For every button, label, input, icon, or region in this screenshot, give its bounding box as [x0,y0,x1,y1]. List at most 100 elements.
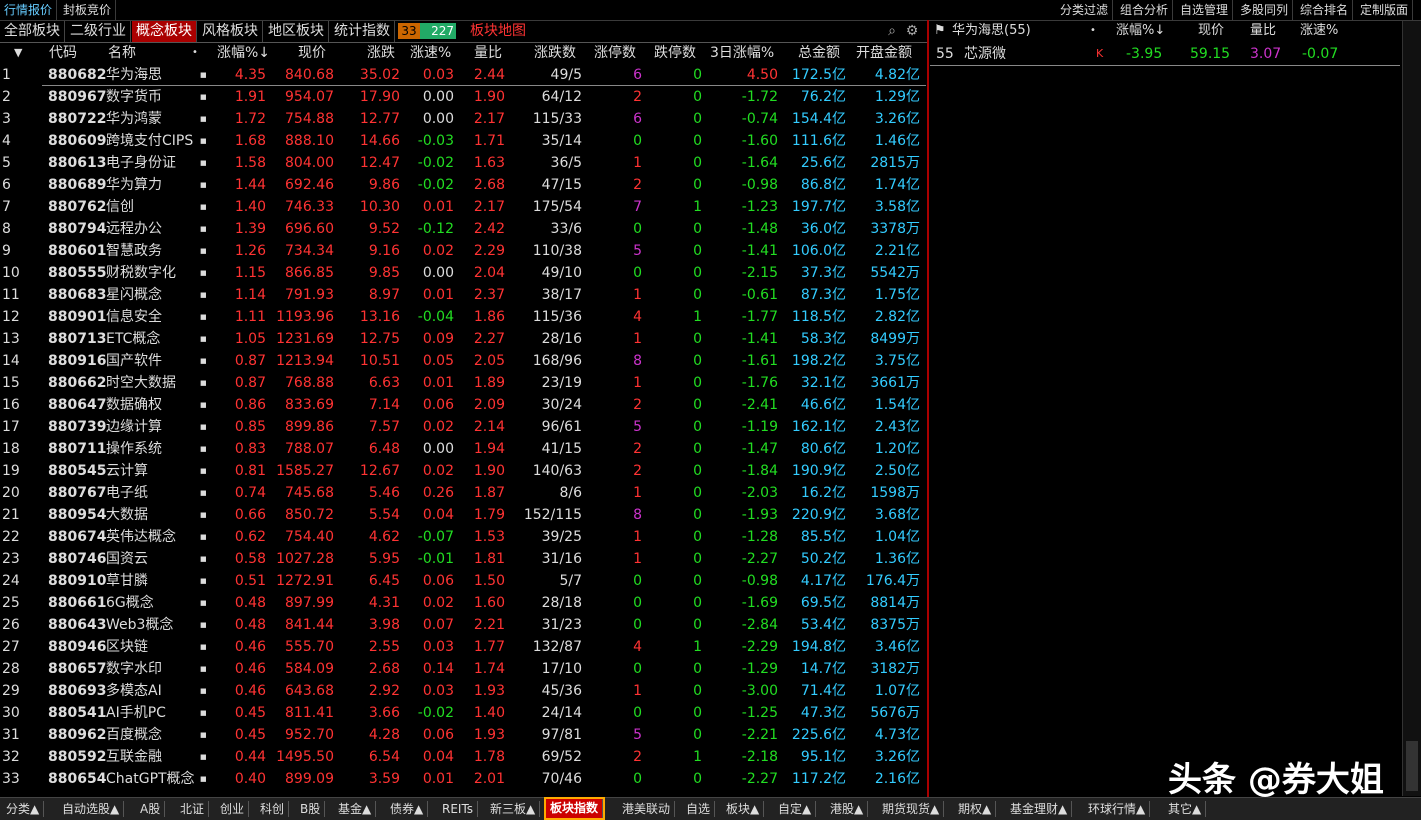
bottom-tab[interactable]: 港美联动 [618,801,676,817]
bottom-tab[interactable]: 分类▲ [2,801,45,817]
col-amount[interactable]: 总金额 [798,43,840,63]
table-row[interactable]: 10 880555 财税数字化 1.15 866.85 9.85 0.00 2.04 49/10… [0,262,927,284]
sector-name[interactable]: 电子纸 [106,482,202,504]
bottom-tab[interactable]: 港股▲ [826,801,869,817]
sector-name[interactable]: 草甘膦 [106,570,202,592]
sector-name[interactable]: 星闪概念 [106,284,202,306]
sector-name[interactable]: 6G概念 [106,592,202,614]
bottom-tab[interactable]: 自选 [682,801,716,817]
bottom-tab[interactable]: 板块指数 [543,797,606,820]
menu-watchlist-manage[interactable]: 自选管理 [1176,0,1234,20]
table-row[interactable]: 4 880609 跨境支付CIPS 1.68 888.10 14.66 -0.03 1.71 3… [0,130,927,152]
bottom-tab[interactable]: 其它▲ [1164,801,1207,817]
bottom-tab[interactable]: REITs [438,801,479,817]
pin-icon[interactable]: ⚑ [934,21,946,41]
table-row[interactable]: 18 880711 操作系统 0.83 788.07 6.48 0.00 1.94 41/15 2… [0,438,927,460]
menu-multi-stock[interactable]: 多股同列 [1236,0,1294,20]
tab-region[interactable]: 地区板块 [264,21,329,42]
table-row[interactable]: 16 880647 数据确权 0.86 833.69 7.14 0.06 2.09 30/24 2… [0,394,927,416]
constituent-row[interactable]: 55 芯源微 K -3.95 59.15 3.07 -0.07 [930,43,1400,66]
bottom-tab[interactable]: 新三板▲ [486,801,541,817]
sector-name[interactable]: 多模态AI [106,680,202,702]
table-row[interactable]: 14 880916 国产软件 0.87 1213.94 10.51 0.05 2.05 168/… [0,350,927,372]
tab-all-sectors[interactable]: 全部板块 [0,21,65,42]
sector-name[interactable]: 电子身份证 [106,152,202,174]
table-row[interactable]: 8 880794 远程办公 1.39 696.60 9.52 -0.12 2.42 33/6 0 0… [0,218,927,240]
col-code[interactable]: 代码 [49,43,77,63]
col-3day-pct[interactable]: 3日涨幅% [710,43,774,63]
tab-industry-l2[interactable]: 二级行业 [66,21,131,42]
table-row[interactable]: 5 880613 电子身份证 1.58 804.00 12.47 -0.02 1.63 36/5… [0,152,927,174]
bottom-tab[interactable]: 北证 [176,801,210,817]
bottom-tab[interactable]: B股 [296,801,326,817]
sector-name[interactable]: 远程办公 [106,218,202,240]
table-row[interactable]: 29 880693 多模态AI 0.46 643.68 2.92 0.03 1.93 45/36… [0,680,927,702]
table-row[interactable]: 31 880962 百度概念 0.45 952.70 4.28 0.06 1.93 97/81 5… [0,724,927,746]
table-row[interactable]: 24 880910 草甘膦 0.51 1272.91 6.45 0.06 1.50 5/7 0 0 -… [0,570,927,592]
rcol-pct[interactable]: 涨幅%↓ [1116,21,1165,41]
menu-custom-layout[interactable]: 定制版面 [1356,0,1414,20]
sector-name[interactable]: ChatGPT概念 [106,768,202,790]
sector-name[interactable]: 信息安全 [106,306,202,328]
stock-name[interactable]: 芯源微 [964,43,1006,65]
col-change[interactable]: 涨跌 [367,43,395,63]
table-row[interactable]: 32 880592 互联金融 0.44 1495.50 6.54 0.04 1.78 69/52… [0,746,927,768]
bottom-tab[interactable]: 基金▲ [334,801,377,817]
sector-name[interactable]: 国资云 [106,548,202,570]
table-row[interactable]: 17 880739 边缘计算 0.85 899.86 7.57 0.02 2.14 96/61 5… [0,416,927,438]
tab-concept[interactable]: 概念板块 [132,21,197,42]
table-row[interactable]: 20 880767 电子纸 0.74 745.68 5.46 0.26 1.87 8/6 1 0 -2… [0,482,927,504]
menu-auction[interactable]: 封板竞价 [59,0,117,20]
bottom-tab[interactable]: 自动选股▲ [58,801,125,817]
col-speed[interactable]: 涨速% [410,43,451,63]
table-row[interactable]: 25 880661 6G概念 0.48 897.99 4.31 0.02 1.60 28/18 0… [0,592,927,614]
sector-name[interactable]: 大数据 [106,504,202,526]
table-row[interactable]: 28 880657 数字水印 0.46 584.09 2.68 0.14 1.74 17/10 0… [0,658,927,680]
sector-name[interactable]: 数据确权 [106,394,202,416]
sector-name[interactable]: 国产软件 [106,350,202,372]
col-pct[interactable]: 涨幅%↓ [217,43,270,63]
table-row[interactable]: 11 880683 星闪概念 1.14 791.93 8.97 0.01 2.37 38/17 1… [0,284,927,306]
sector-name[interactable]: ETC概念 [106,328,202,350]
col-limit-down[interactable]: 跌停数 [654,43,696,63]
table-row[interactable]: 13 880713 ETC概念 1.05 1231.69 12.75 0.09 2.27 28/… [0,328,927,350]
table-row[interactable]: 1 880682 华为海思 4.35 840.68 35.02 0.03 2.44 49/5 6 0… [0,64,927,86]
tab-sector-map[interactable]: 板块地图 [466,21,530,42]
sector-name[interactable]: 云计算 [106,460,202,482]
table-row[interactable]: 7 880762 信创 1.40 746.33 10.30 0.01 2.17 175/54 7 1… [0,196,927,218]
bottom-tab[interactable]: 期权▲ [954,801,997,817]
table-row[interactable]: 22 880674 英伟达概念 0.62 754.40 4.62 -0.07 1.53 39/2… [0,526,927,548]
col-price[interactable]: 现价 [298,43,326,63]
rcol-volume-ratio[interactable]: 量比 [1250,21,1276,41]
bottom-tab[interactable]: 板块▲ [722,801,765,817]
sector-name[interactable]: 区块链 [106,636,202,658]
table-row[interactable]: 3 880722 华为鸿蒙 1.72 754.88 12.77 0.00 2.17 115/33… [0,108,927,130]
tab-stat-index[interactable]: 统计指数 [330,21,395,42]
menu-combo-analysis[interactable]: 组合分析 [1116,0,1174,20]
sector-name[interactable]: 数字水印 [106,658,202,680]
sector-name[interactable]: 华为算力 [106,174,202,196]
sector-name[interactable]: AI手机PC [106,702,202,724]
gear-icon[interactable]: ⚙ [904,22,920,40]
sector-name[interactable]: 百度概念 [106,724,202,746]
menu-rank[interactable]: 综合排名 [1296,0,1354,20]
menu-filter[interactable]: 分类过滤 [1056,0,1114,20]
table-row[interactable]: 12 880901 信息安全 1.11 1193.96 13.16 -0.04 1.86 115… [0,306,927,328]
panel-divider[interactable] [927,20,929,798]
vertical-scrollbar[interactable] [1402,21,1421,796]
rcol-price[interactable]: 现价 [1198,21,1224,41]
search-icon[interactable]: ⌕ [884,22,900,40]
sort-toggle[interactable]: ▼ [14,43,22,63]
col-up-down[interactable]: 涨跌数 [534,43,576,63]
col-open-amount[interactable]: 开盘金额 [856,43,912,63]
sector-name[interactable]: 数字货币 [106,86,202,108]
sector-name[interactable]: 互联金融 [106,746,202,768]
table-row[interactable]: 27 880946 区块链 0.46 555.70 2.55 0.03 1.77 132/87 4… [0,636,927,658]
sector-name[interactable]: 英伟达概念 [106,526,202,548]
table-row[interactable]: 2 880967 数字货币 1.91 954.07 17.90 0.00 1.90 64/12 2… [0,86,927,108]
table-row[interactable]: 33 880654 ChatGPT概念 0.40 899.09 3.59 0.01 2.01 7… [0,768,927,790]
bottom-tab[interactable]: 环球行情▲ [1084,801,1151,817]
table-row[interactable]: 26 880643 Web3概念 0.48 841.44 3.98 0.07 2.21 31/2… [0,614,927,636]
bottom-tab[interactable]: 期货现货▲ [878,801,945,817]
sector-name[interactable]: 信创 [106,196,202,218]
